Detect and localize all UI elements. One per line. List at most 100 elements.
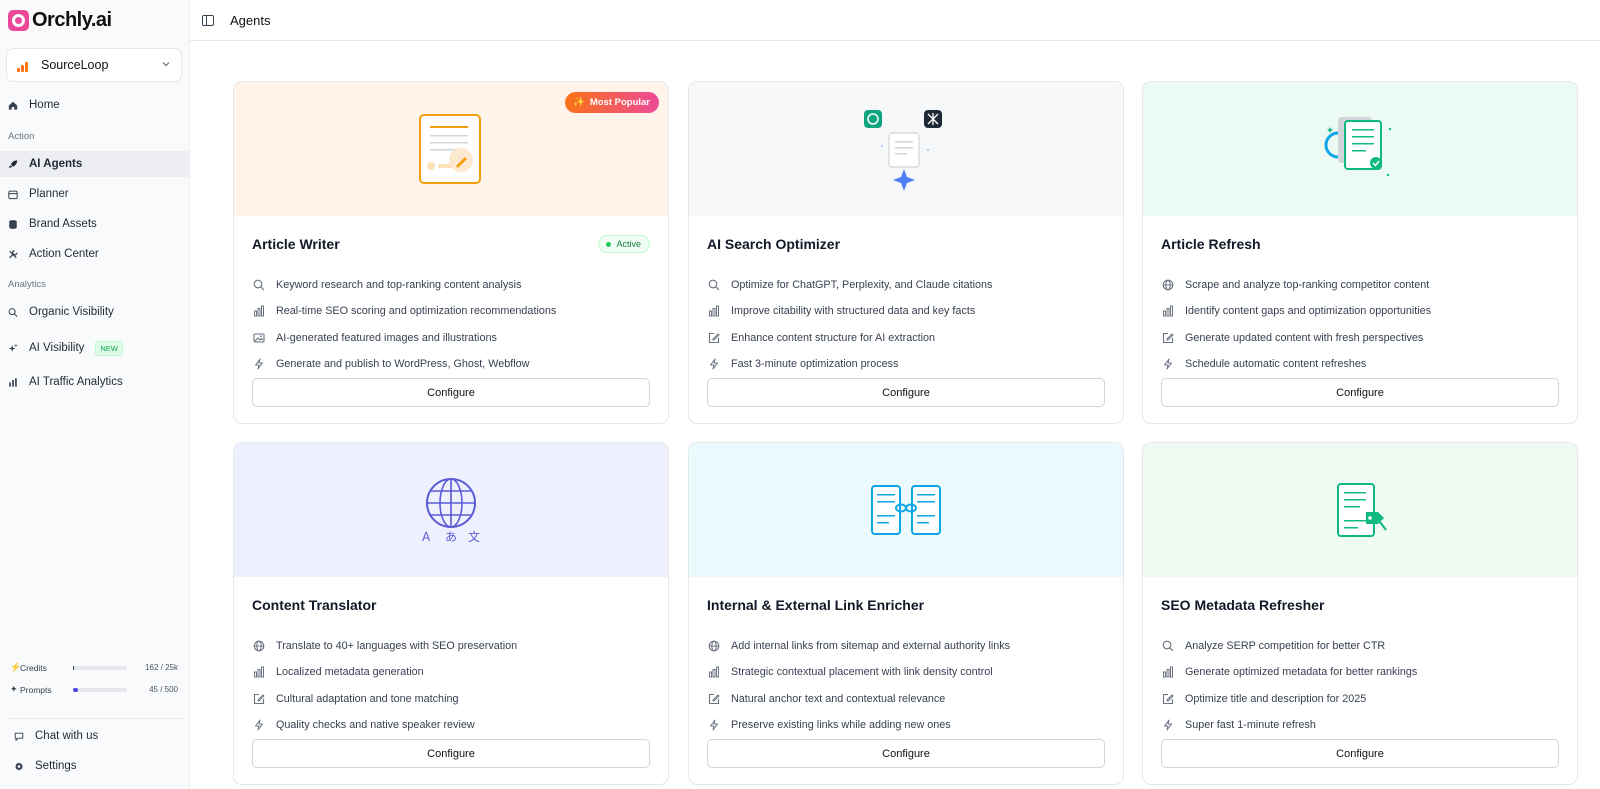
feature-text: Generate optimized metadata for better r… [1185,666,1418,679]
lightning-icon [252,719,265,732]
feature-text: Keyword research and top-ranking content… [276,279,522,292]
edit-icon [1161,692,1174,705]
bar-chart-icon [252,305,265,318]
feature-text: Optimize for ChatGPT, Perplexity, and Cl… [731,279,993,292]
feature-text: Preserve existing links while adding new… [731,719,951,732]
configure-button[interactable]: Configure [707,739,1105,769]
section-label-action: Action [8,131,35,142]
chat-icon [14,731,24,741]
search-icon [8,307,18,317]
edit-icon [1161,331,1174,344]
card-title: AI Search Optimizer [707,236,841,252]
card-hero [1143,443,1577,577]
feature-text: Localized metadata generation [276,666,424,679]
most-popular-badge: ✨ Most Popular [564,92,659,113]
configure-button[interactable]: Configure [252,739,650,769]
globe-icon [1161,279,1174,292]
sidebar-item-ai-traffic-analytics[interactable]: AI Traffic Analytics [0,369,190,395]
card-hero [689,82,1123,216]
settings-label: Settings [35,760,77,772]
translator-glyph: あ [445,530,457,544]
feature-text: Enhance content structure for AI extract… [731,331,936,344]
feature-text: Schedule automatic content refreshes [1185,358,1367,371]
sidebar-item-label: Organic Visibility [29,306,114,318]
feature-text: Translate to 40+ languages with SEO pres… [276,640,518,653]
article-writer-illustration [419,114,481,184]
configure-button[interactable]: Configure [707,378,1105,408]
section-label-analytics: Analytics [8,279,47,290]
edit-icon [252,692,265,705]
orchly-logo-icon [8,9,29,31]
settings-button[interactable]: Settings [0,753,190,779]
sidebar-item-action-center[interactable]: Action Center [0,241,190,267]
bar-chart-icon [1161,666,1174,679]
configure-button[interactable]: Configure [1161,739,1559,769]
sidebar-item-planner[interactable]: Planner [0,181,190,207]
chat-with-us-button[interactable]: Chat with us [0,723,190,749]
feature-text: Fast 3-minute optimization process [731,358,899,371]
lightning-icon: ⚡ [10,662,22,672]
sidebar: Orchly.ai SourceLoop Home Action AI Agen… [0,0,190,789]
article-refresh-illustration [1324,117,1392,177]
feature-text: Improve citability with structured data … [731,305,976,318]
sidebar-item-brand-assets[interactable]: Brand Assets [0,211,190,237]
feature-item: Keyword research and top-ranking content… [252,272,650,298]
new-badge: NEW [95,340,123,356]
sparkles-icon [8,343,18,353]
edit-icon [707,331,720,344]
feature-item: Optimize title and description for 2025 [1161,686,1559,712]
lightning-icon [1161,719,1174,732]
globe-icon [707,640,720,653]
sidebar-item-organic-visibility[interactable]: Organic Visibility [0,299,190,325]
feature-text: Strategic contextual placement with link… [731,666,993,679]
feature-text: Natural anchor text and contextual relev… [731,692,946,705]
feature-text: Real-time SEO scoring and optimization r… [276,305,557,318]
sidebar-item-label: Home [29,99,60,111]
card-title: Article Refresh [1161,236,1261,252]
usage-value: 45 / 500 [149,685,178,694]
workspace-name: SourceLoop [41,58,109,72]
app-name: Orchly.ai [32,8,112,31]
feature-item: Optimize for ChatGPT, Perplexity, and Cl… [707,272,1105,298]
top-header: Agents [190,0,1600,41]
sidebar-item-label: Planner [29,188,69,200]
bar-chart-icon [707,666,720,679]
sidebar-item-home[interactable]: Home [0,92,190,118]
sidebar-item-label: Brand Assets [29,218,97,230]
configure-button[interactable]: Configure [252,378,650,408]
feature-list: Keyword research and top-ranking content… [252,272,650,377]
agent-card-content-translator: A あ 文 Content Translator Translate to 40… [233,442,669,786]
usage-value: 162 / 25k [145,663,178,672]
feature-text: AI-generated featured images and illustr… [276,331,497,344]
agent-card-ai-search-optimizer: AI Search Optimizer Optimize for ChatGPT… [688,81,1124,425]
agent-card-article-refresh: Article Refresh Scrape and analyze top-r… [1142,81,1578,425]
workspace-selector[interactable]: SourceLoop [6,48,182,82]
sidebar-item-ai-visibility[interactable]: AI Visibility NEW [0,335,190,361]
prompts-progress-bar [73,687,127,692]
feature-item: Add internal links from sitemap and exte… [707,633,1105,659]
feature-item: Improve citability with structured data … [707,298,1105,324]
configure-button[interactable]: Configure [1161,378,1559,408]
feature-text: Generate and publish to WordPress, Ghost… [276,358,530,371]
feature-item: Enhance content structure for AI extract… [707,325,1105,351]
feature-item: Super fast 1-minute refresh [1161,712,1559,738]
feature-text: Analyze SERP competition for better CTR [1185,640,1386,653]
seo-metadata-illustration [1337,483,1387,537]
home-icon [8,100,18,110]
lightning-icon [707,719,720,732]
calendar-icon [8,189,18,199]
feature-text: Cultural adaptation and tone matching [276,692,459,705]
rocket-icon [8,159,18,169]
feature-text: Optimize title and description for 2025 [1185,692,1367,705]
card-title: SEO Metadata Refresher [1161,597,1325,613]
chat-label: Chat with us [35,730,99,742]
search-icon [1161,640,1174,653]
lightning-icon [707,358,720,371]
card-hero: A あ 文 [234,443,668,577]
card-title: Internal & External Link Enricher [707,597,925,613]
app-logo[interactable]: Orchly.ai [8,8,112,32]
badge-label: Most Popular [589,97,650,108]
feature-list: Translate to 40+ languages with SEO pres… [252,633,650,738]
sidebar-item-ai-agents[interactable]: AI Agents [0,151,190,177]
sidebar-toggle-icon[interactable] [202,14,214,26]
